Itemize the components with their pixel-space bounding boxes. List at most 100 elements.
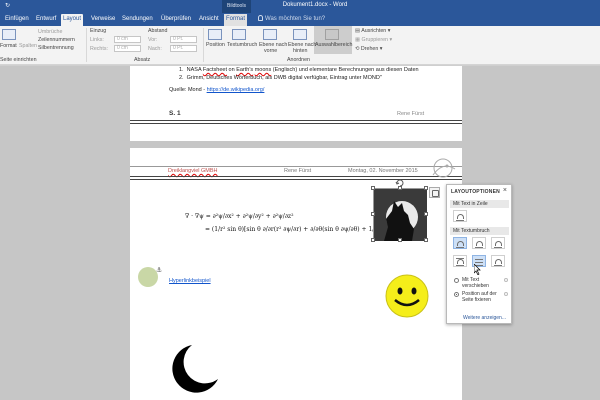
image-shape-icon xyxy=(457,214,464,219)
auswahlbereich-button[interactable]: Auswahlbereich xyxy=(315,42,352,48)
tab-sendungen[interactable]: Sendungen xyxy=(120,14,155,26)
layout-options-button[interactable] xyxy=(429,187,440,198)
line-bar xyxy=(475,259,483,260)
image-shape-icon xyxy=(495,241,502,246)
ebene-vorne-icon xyxy=(263,29,277,40)
mouse-cursor-icon xyxy=(474,264,481,275)
rechts-label: Rechts: xyxy=(90,46,108,52)
wrap-tight-icon[interactable] xyxy=(472,237,486,249)
rechts-input[interactable]: 0 cm xyxy=(114,45,141,52)
wrap-through-icon[interactable] xyxy=(491,237,505,249)
resize-handle[interactable] xyxy=(424,238,428,242)
context-group-label: Bildtools xyxy=(222,0,251,13)
silbentrennung-button[interactable]: Silbentrennung xyxy=(38,45,74,51)
tell-me-box[interactable]: Was möchten Sie tun? xyxy=(258,14,325,25)
tell-me-text: Was möchten Sie tun? xyxy=(265,16,326,22)
radio-fix-position[interactable] xyxy=(454,292,459,297)
group-label-seite: Seite einrichten xyxy=(0,57,37,63)
tab-layout[interactable]: Layout xyxy=(61,14,84,26)
tab-entwurf[interactable]: Entwurf xyxy=(34,14,58,26)
tab-ueberpruefen[interactable]: Überprüfen xyxy=(159,14,193,26)
image-shape-icon xyxy=(476,241,483,246)
anchor-icon: ⚓ xyxy=(156,267,162,274)
line-bar xyxy=(456,220,464,221)
close-icon[interactable]: × xyxy=(503,187,507,194)
resize-handle[interactable] xyxy=(371,212,375,216)
moon-shape[interactable] xyxy=(170,343,222,395)
nach-input[interactable]: 0 Pt. xyxy=(170,45,197,52)
format-icon xyxy=(2,29,16,40)
tab-einfuegen[interactable]: Einfügen xyxy=(3,14,31,26)
textumbruch-icon xyxy=(232,29,246,40)
reference-1: 1. NASA Factsheet on Earth's moons (Engl… xyxy=(179,67,419,73)
drehen-label: Drehen xyxy=(360,46,379,52)
green-circle-shape[interactable]: ⚓ xyxy=(136,264,164,290)
footer-page-number: S. 1 xyxy=(169,110,181,117)
gruppieren-label: Gruppieren xyxy=(361,37,388,43)
footer-rule xyxy=(130,123,462,124)
window-title: Dokument1.docx - Word xyxy=(282,2,348,8)
hyperlink-example[interactable]: Hyperlinkbeispiel xyxy=(169,278,211,284)
ebene-hinten-button-line2: hinten xyxy=(293,48,308,54)
wrap-inline-icon[interactable] xyxy=(453,210,467,222)
resize-handle[interactable] xyxy=(371,238,375,242)
resize-handle[interactable] xyxy=(371,186,375,190)
header-doodle-image[interactable] xyxy=(425,155,461,183)
line-bar xyxy=(494,265,502,266)
header-rule xyxy=(130,166,462,167)
move-with-text-label: Mit Text verschieben xyxy=(462,277,489,289)
quick-access-redo-icon[interactable]: ↻ xyxy=(5,2,10,9)
reference-2: 2. Grimm, Deutsches Wörterbuch, als DWB … xyxy=(179,75,382,81)
help-icon[interactable] xyxy=(504,278,508,282)
fix-position-label: Position auf der Seite fixieren xyxy=(462,291,497,303)
help-icon[interactable] xyxy=(504,292,508,296)
zeilennummern-button[interactable]: Zeilennummern xyxy=(38,37,75,43)
ebene-vorne-button-line2: vorne xyxy=(264,48,278,54)
wolf-image[interactable] xyxy=(371,186,428,242)
ausrichten-button[interactable]: ▤ Ausrichten ▾ xyxy=(355,28,390,34)
position-icon xyxy=(208,29,222,40)
layout-options-title: LAYOUTOPTIONEN xyxy=(451,189,500,195)
position-button[interactable]: Position xyxy=(206,42,225,48)
wrap-top-bottom-icon[interactable] xyxy=(453,255,467,267)
textumbruch-button[interactable]: Textumbruch xyxy=(227,42,257,48)
umbrueche-button[interactable]: Umbrüche xyxy=(38,29,62,35)
auswahlbereich-icon xyxy=(325,29,339,40)
ref-text: Factsheet xyxy=(202,67,228,73)
ebene-hinten-icon xyxy=(293,29,307,40)
footer-author: Rene Fürst xyxy=(397,111,425,117)
smiley-shape[interactable] xyxy=(384,274,430,318)
spalten-button[interactable]: Spalten xyxy=(19,43,37,49)
resize-handle[interactable] xyxy=(398,238,402,242)
tab-ansicht[interactable]: Ansicht xyxy=(197,14,221,26)
ref-text: moons xyxy=(254,67,272,73)
resize-handle[interactable] xyxy=(424,212,428,216)
rotate-handle-icon[interactable] xyxy=(394,177,406,189)
nach-label: Nach: xyxy=(148,46,162,52)
drehen-button[interactable]: ⟲ Drehen ▾ xyxy=(355,46,382,52)
ribbon-separator xyxy=(86,28,87,62)
ribbon-tabs: Einfügen Entwurf Layout Verweise Sendung… xyxy=(0,13,600,26)
title-bar: ↻ Bildtools Dokument1.docx - Word xyxy=(0,0,600,13)
page-gap xyxy=(130,141,462,148)
links-input[interactable]: 0 cm xyxy=(114,36,141,43)
quelle-link[interactable]: https://de.wikipedia.org/ xyxy=(207,87,265,93)
line-bar xyxy=(475,247,483,248)
header-rule xyxy=(130,179,462,180)
header-date: Montag, 02. November 2015 xyxy=(348,168,418,174)
resize-handle[interactable] xyxy=(424,186,428,190)
vor-label: Vor: xyxy=(148,37,158,43)
more-options-link[interactable]: Weitere anzeigen... xyxy=(463,315,506,321)
radio-move-with-text[interactable] xyxy=(454,278,459,283)
format-button[interactable]: Format xyxy=(0,43,17,49)
section-inline: Mit Text in Zeile xyxy=(450,200,509,208)
header-company: Dreiklangviel GMBH xyxy=(168,168,218,174)
tab-verweise[interactable]: Verweise xyxy=(89,14,117,26)
gruppieren-button[interactable]: ▦ Gruppieren ▾ xyxy=(355,37,392,43)
wrap-square-icon[interactable] xyxy=(453,237,467,249)
tab-format[interactable]: Format xyxy=(224,14,248,26)
wrap-in-front-icon[interactable] xyxy=(491,255,505,267)
ref-number: 1. xyxy=(179,67,184,73)
ref-number: 2. xyxy=(179,75,184,81)
vor-input[interactable]: 0 Pt. xyxy=(170,36,197,43)
